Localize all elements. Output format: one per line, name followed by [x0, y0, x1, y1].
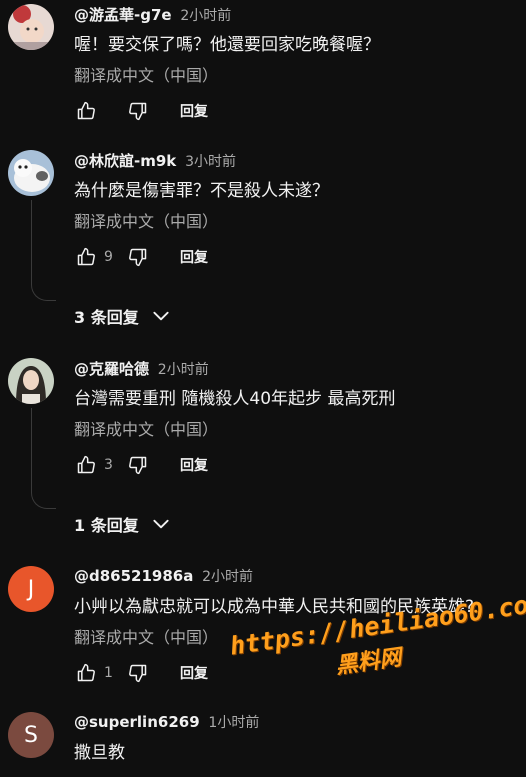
thumb-down-icon[interactable] [126, 99, 150, 123]
thumb-down-icon[interactable] [126, 453, 150, 477]
author-name[interactable]: @林欣誼-m9k [74, 152, 176, 170]
thumb-up-icon[interactable] [74, 661, 98, 685]
author-name[interactable]: @游孟華-g7e [74, 6, 172, 24]
thumb-down-icon[interactable] [126, 245, 150, 269]
replies-count-label: 1 条回复 [74, 516, 139, 535]
comment: @游孟華-g7e 2小时前 喔！要交保了嗎？他還要回家吃晚餐喔？ 翻译成中文（中… [0, 4, 526, 134]
comment-actions: 回复 [74, 99, 208, 123]
replies-count-label: 3 条回复 [74, 308, 139, 327]
avatar-letter: J [27, 576, 35, 602]
avatar[interactable]: S [8, 712, 54, 758]
comment-meta: @d86521986a 2小时前 [74, 566, 253, 586]
comment-actions: 9 回复 [74, 245, 208, 269]
reply-button[interactable]: 回复 [180, 101, 208, 121]
comment-text: 為什麼是傷害罪？不是殺人未遂？ [74, 181, 329, 201]
reply-button[interactable]: 回复 [180, 663, 208, 683]
comment-actions: 1 回复 [74, 661, 208, 685]
author-name[interactable]: @d86521986a [74, 567, 193, 585]
comment-text: 台灣需要重刑 隨機殺人40年起步 最高死刑 [74, 389, 396, 409]
author-name[interactable]: @superlin6269 [74, 713, 200, 731]
author-name[interactable]: @克羅哈德 [74, 360, 149, 378]
comment-time[interactable]: 2小时前 [180, 8, 231, 24]
comment: S @superlin6269 1小时前 撒旦教 [0, 712, 526, 777]
view-replies-button[interactable]: 3 条回复 [74, 304, 171, 328]
like-count: 3 [104, 457, 113, 473]
reply-button[interactable]: 回复 [180, 455, 208, 475]
thread-line [31, 200, 56, 301]
comment-text: 喔！要交保了嗎？他還要回家吃晚餐喔？ [74, 35, 380, 55]
comment-text: 撒旦教 [74, 743, 125, 763]
avatar[interactable] [8, 358, 54, 404]
avatar-letter: S [24, 722, 38, 748]
comment-actions: 3 回复 [74, 453, 208, 477]
view-replies-button[interactable]: 1 条回复 [74, 512, 171, 536]
thumb-down-icon[interactable] [126, 661, 150, 685]
comment-meta: @克羅哈德 2小时前 [74, 358, 209, 379]
like-count: 9 [104, 249, 113, 265]
comment-meta: @游孟華-g7e 2小时前 [74, 4, 231, 25]
translate-link[interactable]: 翻译成中文（中国） [74, 208, 218, 232]
thumb-up-icon[interactable] [74, 453, 98, 477]
translate-link[interactable]: 翻译成中文（中国） [74, 416, 218, 440]
comment-time[interactable]: 1小时前 [208, 715, 259, 731]
comment-time[interactable]: 2小时前 [158, 362, 209, 378]
like-count: 1 [104, 665, 113, 681]
avatar[interactable]: J [8, 566, 54, 612]
thumb-up-icon[interactable] [74, 245, 98, 269]
chevron-down-icon [153, 519, 169, 529]
comment-meta: @superlin6269 1小时前 [74, 712, 259, 732]
comment-time[interactable]: 2小时前 [202, 569, 253, 585]
thread-line [31, 408, 56, 509]
comment-time[interactable]: 3小时前 [185, 154, 236, 170]
comment-meta: @林欣誼-m9k 3小时前 [74, 150, 236, 171]
translate-link[interactable]: 翻译成中文（中国） [74, 62, 218, 86]
avatar[interactable] [8, 150, 54, 196]
reply-button[interactable]: 回复 [180, 247, 208, 267]
translate-link[interactable]: 翻译成中文（中国） [74, 624, 218, 648]
avatar[interactable] [8, 4, 54, 50]
thumb-up-icon[interactable] [74, 99, 98, 123]
chevron-down-icon [153, 311, 169, 321]
